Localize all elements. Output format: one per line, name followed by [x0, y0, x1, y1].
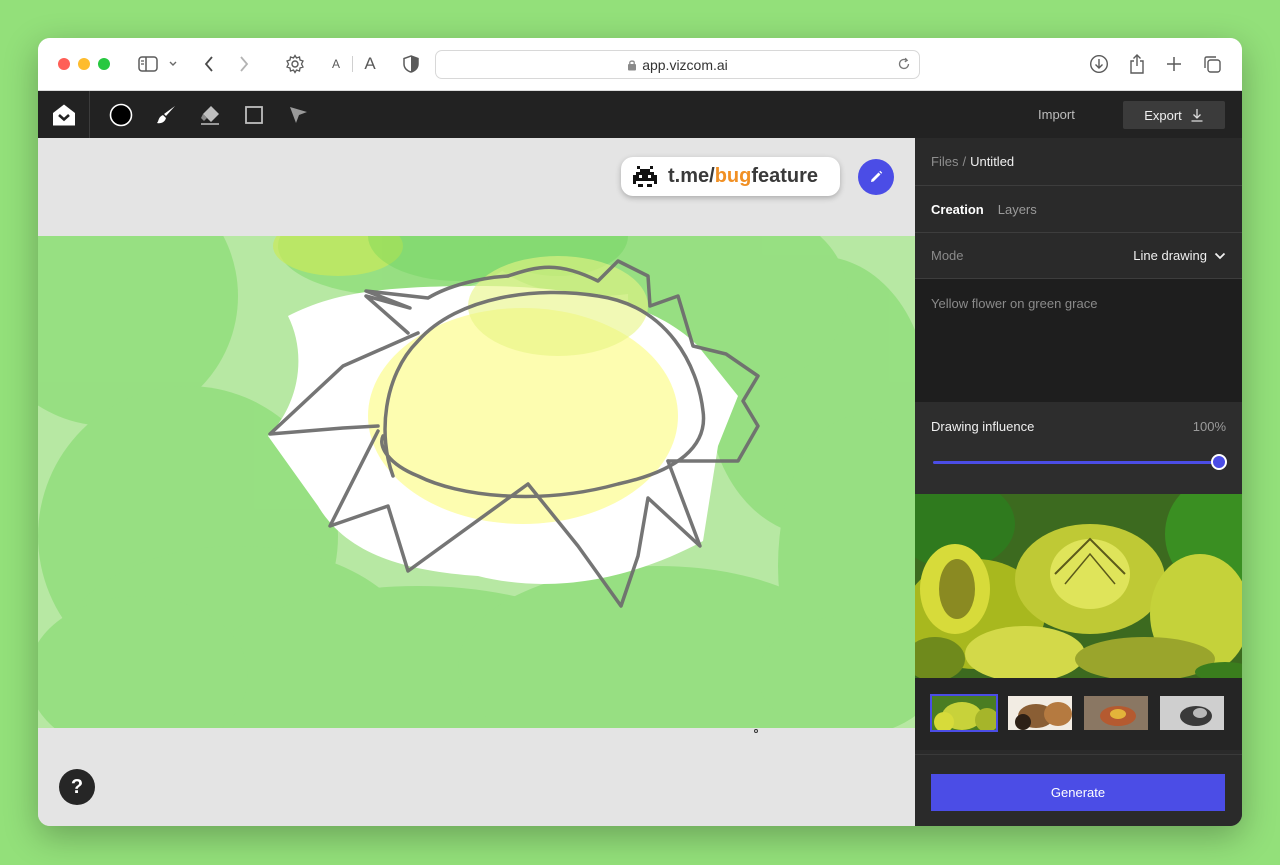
home-button[interactable] [38, 91, 90, 138]
share-icon[interactable] [1126, 52, 1148, 76]
app-toolbar: Import Export [38, 91, 1242, 138]
import-button[interactable]: Import [1038, 103, 1075, 125]
panel-tabs: Creation Layers [915, 186, 1242, 233]
generate-section: Generate [915, 754, 1242, 826]
influence-slider-handle[interactable] [1211, 454, 1227, 470]
color-swatch-tool[interactable] [107, 101, 134, 128]
breadcrumb-files-link[interactable]: Files [931, 154, 958, 169]
text-larger-button[interactable]: A [360, 52, 380, 76]
home-icon [52, 104, 75, 125]
prompt-input[interactable]: Yellow flower on green grace [915, 279, 1242, 402]
mode-label: Mode [931, 248, 964, 263]
download-icon [1191, 109, 1203, 122]
browser-toolbar: A A app.vizcom.ai [38, 38, 1242, 91]
forward-icon[interactable] [233, 52, 255, 76]
breadcrumb-separator: / [962, 154, 967, 169]
watermark-text: t.me/bugfeature [668, 165, 819, 187]
result-thumbnails [915, 678, 1242, 750]
lock-icon [627, 59, 637, 71]
influence-value: 100% [1192, 419, 1226, 434]
pencil-icon [871, 170, 883, 182]
thumbnail-2[interactable] [1006, 694, 1074, 732]
new-tab-icon[interactable] [1163, 52, 1185, 76]
brush-icon[interactable] [152, 101, 179, 128]
tab-overview-icon[interactable] [1201, 52, 1223, 76]
help-button[interactable]: ? [59, 769, 95, 805]
minimize-window-button[interactable] [78, 58, 90, 70]
breadcrumb: Files / Untitled [915, 138, 1242, 186]
export-label: Export [1144, 107, 1182, 123]
drawing-influence-section: Drawing influence 100% [915, 402, 1242, 494]
generate-button[interactable]: Generate [931, 774, 1225, 811]
influence-slider-track[interactable] [933, 461, 1219, 464]
properties-panel: Files / Untitled Creation Layers Mode Li… [915, 138, 1242, 826]
privacy-shield-icon[interactable] [400, 52, 422, 76]
chevron-down-icon[interactable] [166, 52, 180, 76]
chevron-down-icon [1214, 252, 1226, 259]
sketch-drawing [38, 236, 915, 728]
cursor-indicator [754, 729, 758, 733]
drawing-artboard[interactable] [38, 236, 915, 728]
eraser-icon[interactable] [196, 101, 223, 128]
zoom-window-button[interactable] [98, 58, 110, 70]
settings-gear-icon[interactable] [283, 52, 307, 76]
breadcrumb-current[interactable]: Untitled [970, 154, 1014, 169]
generated-result-image [915, 494, 1242, 678]
mode-value: Line drawing [1133, 248, 1207, 263]
export-button[interactable]: Export [1123, 101, 1225, 129]
influence-label: Drawing influence [931, 419, 1035, 434]
url-text: app.vizcom.ai [642, 56, 728, 73]
rectangle-icon[interactable] [240, 101, 267, 128]
canvas-area[interactable]: t.me/bugfeature ? [38, 138, 915, 826]
select-arrow-icon[interactable] [284, 101, 311, 128]
thumbnail-1[interactable] [930, 694, 998, 732]
thumbnail-4[interactable] [1158, 694, 1226, 732]
thumbnail-3[interactable] [1082, 694, 1150, 732]
sidebar-icon[interactable] [136, 52, 160, 76]
tab-layers[interactable]: Layers [998, 202, 1037, 217]
mode-select[interactable]: Line drawing [1133, 248, 1226, 263]
watermark-badge[interactable]: t.me/bugfeature [621, 157, 840, 196]
mode-row: Mode Line drawing [915, 233, 1242, 279]
tab-creation[interactable]: Creation [931, 202, 984, 217]
edit-button[interactable] [858, 159, 894, 195]
browser-window: A A app.vizcom.ai Import Export t.me/bug… [38, 38, 1242, 826]
address-bar[interactable]: app.vizcom.ai [435, 50, 920, 79]
divider [352, 56, 353, 72]
close-window-button[interactable] [58, 58, 70, 70]
space-invader-icon [633, 165, 657, 187]
downloads-icon[interactable] [1088, 52, 1110, 76]
text-smaller-button[interactable]: A [328, 52, 344, 76]
reload-icon[interactable] [897, 57, 911, 74]
back-icon[interactable] [198, 52, 220, 76]
